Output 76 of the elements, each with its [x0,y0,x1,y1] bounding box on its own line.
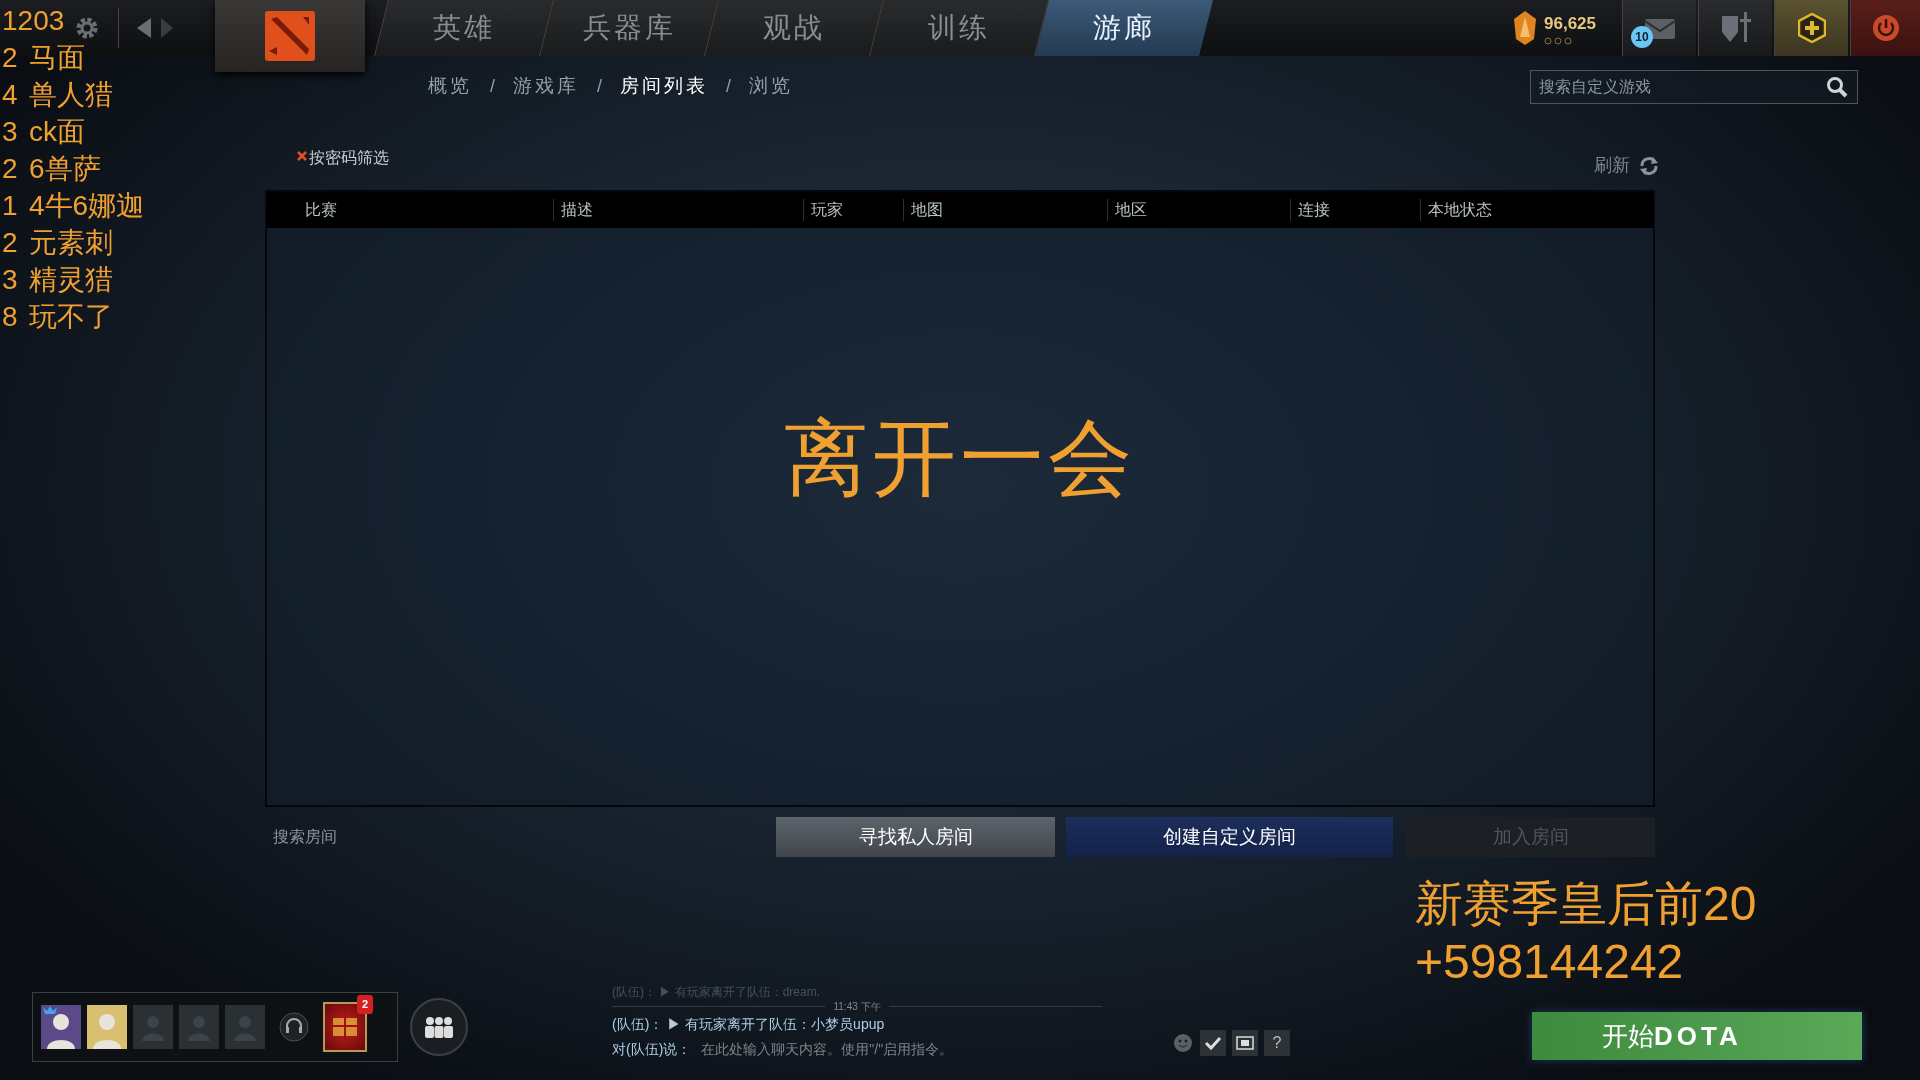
logo-icon[interactable] [263,9,317,63]
room-search-field[interactable]: 搜索房间 [265,819,598,855]
nav-tab[interactable]: 训练 [869,0,1048,56]
column-header[interactable]: 地图 [903,199,1107,221]
screen-button[interactable] [1232,1030,1258,1056]
overlay-count: 8 [2,300,19,334]
column-header[interactable]: 玩家 [803,199,903,221]
overlay-hero: 精灵猎 [29,263,113,297]
overlay-count: 3 [2,115,19,149]
overlay-title: 1203 [2,4,65,38]
search-icon[interactable] [1826,76,1848,98]
breadcrumb-link[interactable]: 游戏库 [503,72,589,101]
column-header[interactable]: 地区 [1107,199,1290,221]
overlay-hero: 玩不了 [29,300,113,334]
nav-tab[interactable]: 兵器库 [539,0,718,56]
breadcrumb-link[interactable]: 房间列表 [610,72,719,101]
nav-tab[interactable]: 游廊 [1034,0,1213,56]
nav-tab[interactable]: 英雄 [374,0,553,56]
avatar-icon[interactable] [41,1005,81,1049]
count-badge: 2 [356,995,373,1014]
separator: / [725,74,733,98]
breadcrumb-link[interactable]: 浏览 [739,72,804,101]
plus-button[interactable] [1774,0,1848,56]
chat-timestamp: 11:43 下午 [833,1000,881,1014]
chat-channel-label: 对(队伍)说： [612,1040,692,1059]
settings-icon[interactable] [74,15,100,41]
overlay-count: 2 [2,41,19,75]
overlay-hero: 元素刺 [29,226,113,260]
notification-count: 10 [1631,26,1653,48]
refresh-label: 刷新 [1594,154,1630,177]
overlay-hero: 6兽萨 [29,152,101,186]
chat-message: (队伍)： ▶ 有玩家离开了队伍：小梦员upup [612,1015,886,1034]
currency-amount: 96,625 [1544,13,1596,36]
overlay-count: 4 [2,78,19,112]
party-button[interactable] [410,998,468,1056]
nav-tab[interactable]: 观战 [704,0,883,56]
close-icon[interactable] [297,151,307,161]
column-header[interactable]: 描述 [553,199,803,221]
overlay-hero: 4牛6娜迦 [29,189,145,223]
overlay-count: 3 [2,263,19,297]
column-header[interactable]: 本地状态 [1420,199,1653,221]
check-button[interactable] [1200,1030,1226,1056]
search-field[interactable]: 搜索自定义游戏 [1530,70,1858,104]
overlay-text: 新赛季皇后前20 [1415,876,1757,932]
separator: / [489,74,496,98]
away-text: 离开一会 [784,411,1136,505]
overlay-hero: ck面 [29,115,85,149]
help-button[interactable]: ? [1264,1030,1290,1056]
plus-hexagon-icon [1797,13,1826,43]
play-button[interactable]: 开始DOTA [1532,1012,1862,1060]
power-button[interactable] [1850,0,1920,56]
screen-icon [1236,1036,1254,1050]
back-arrow-icon[interactable] [137,18,151,38]
refresh-icon[interactable] [1638,154,1660,177]
overlay-count: 2 [2,152,19,186]
column-header[interactable]: 连接 [1290,199,1420,221]
check-icon [1205,1036,1221,1050]
shield-sword-icon [1719,12,1752,44]
chat-input-field[interactable]: 在此处输入聊天内容。使用"/"启用指令。 [699,1038,1030,1061]
overlay-count: 2 [2,226,19,260]
overlay-count: 1 [2,189,19,223]
separator: / [596,74,604,98]
overlay-hero: 马面 [29,41,85,75]
overlay-text: +598144242 [1415,934,1685,990]
shard-icon [1514,11,1536,45]
breadcrumb-link[interactable]: 概览 [418,72,482,101]
armory-button[interactable] [1698,0,1772,56]
column-header[interactable]: 比赛 [267,199,553,221]
headset-icon[interactable] [279,1012,309,1042]
filter-label: 按密码筛选 [309,148,389,168]
group-icon [424,1016,454,1038]
mail-button[interactable]: 10 [1622,0,1696,56]
action-button[interactable]: 寻找私人房间 [776,817,1055,857]
overlay-hero: 兽人猎 [29,78,113,112]
action-button[interactable]: 创建自定义房间 [1066,817,1393,857]
power-icon [1871,14,1900,42]
